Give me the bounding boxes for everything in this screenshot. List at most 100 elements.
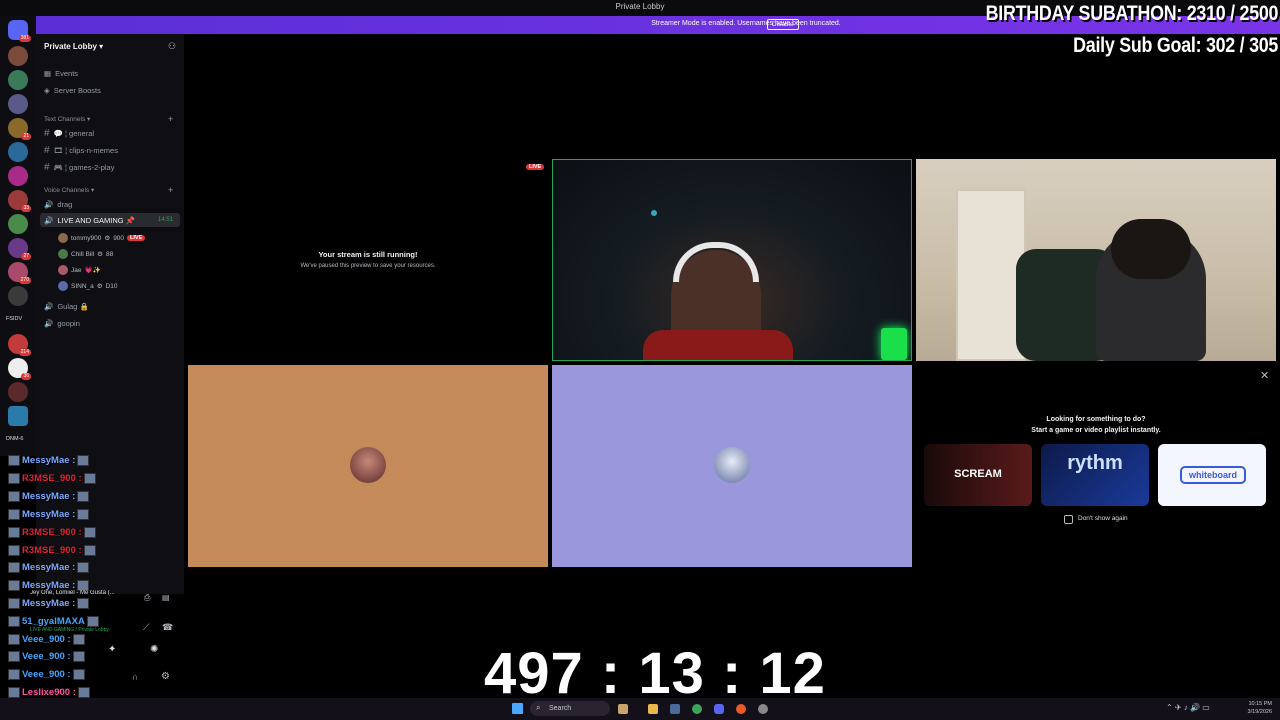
voice-user[interactable]: SINN_a ⚙ D10 — [58, 281, 118, 291]
stream-icon[interactable]: ⎙ — [144, 593, 150, 603]
voice-channel-live-and-gaming[interactable]: 🔊 LIVE AND GAMING 📌 — [44, 216, 135, 225]
tray-icons[interactable]: ⌃ ✈ ♪ 🔊 ▭ — [1166, 703, 1210, 712]
voice-user[interactable]: Chill Bill ⚙ 88 — [58, 249, 113, 259]
text-category[interactable]: Text Channels ▾ — [44, 115, 90, 123]
server-name[interactable]: Private Lobby ▾ — [44, 42, 103, 51]
green-cup-icon — [881, 328, 907, 360]
shirt-shape — [643, 330, 793, 360]
voice-user[interactable]: Jae 💗✨ — [58, 265, 101, 275]
app-icon[interactable] — [758, 704, 768, 714]
activity-title: Looking for something to do? — [1046, 416, 1146, 423]
server-label: DNM-6 — [6, 436, 24, 442]
chat-line: Leslixe900 : — [8, 687, 90, 698]
server-icon[interactable]: 214 — [8, 334, 31, 356]
avatar — [714, 447, 750, 483]
chat-line: Veee_900 : — [8, 651, 85, 662]
add-channel-icon[interactable]: + — [168, 185, 173, 195]
chat-line: R3MSE_900 : — [8, 473, 96, 484]
subathon-counter: BIRTHDAY SUBATHON: 2310 / 2500 — [985, 2, 1278, 25]
server-icon[interactable] — [8, 70, 28, 90]
chrome-icon[interactable] — [692, 704, 702, 714]
activity-card-rythm[interactable]: rythm — [1041, 444, 1149, 506]
server-icon[interactable] — [8, 94, 28, 114]
server-rail: 381 21 33 27 270 FSIDV 214 36 DNM-6 — [0, 16, 36, 456]
server-icon[interactable]: 33 — [8, 190, 31, 212]
channel-games-2-play[interactable]: # 🎮 ¦ games-2-play — [44, 162, 114, 173]
server-icon[interactable] — [8, 46, 28, 66]
server-icon[interactable] — [8, 166, 28, 186]
dont-show-label: Don't show again — [1078, 515, 1128, 522]
taskbar-search[interactable]: ⌕ Search — [530, 701, 610, 716]
hair-shape — [1111, 219, 1191, 279]
add-channel-icon[interactable]: + — [168, 114, 173, 124]
app-icon[interactable] — [670, 704, 680, 714]
server-icon[interactable]: 36 — [8, 358, 31, 380]
server-icon[interactable] — [8, 406, 28, 426]
channel-timer: 14:51 — [158, 217, 174, 223]
activity-icon[interactable]: ✦ — [108, 644, 116, 655]
voice-user[interactable]: tommy900 ⚙ 900 LIVE — [58, 233, 146, 243]
chat-line: MessyMae : — [8, 455, 90, 466]
voice-category[interactable]: Voice Channels ▾ — [44, 186, 94, 194]
chat-line: MessyMae : — [8, 491, 90, 502]
voice-channel-gulag[interactable]: 🔊 Gulag 🔒 — [44, 302, 89, 311]
chat-line: MessyMae : — [8, 598, 90, 609]
server-icon[interactable] — [8, 286, 28, 306]
daily-sub-goal: Daily Sub Goal: 302 / 305 — [1073, 34, 1278, 57]
chat-line: R3MSE_900 : — [8, 527, 96, 538]
channel-clips-n-memes[interactable]: # 🎞 ¦ clips-n-memes — [44, 145, 118, 156]
server-label: FSIDV — [6, 316, 23, 322]
live-badge: LIVE — [526, 164, 545, 170]
chat-line: R3MSE_900 : — [8, 545, 96, 556]
paused-title: Your stream is still running! — [318, 250, 418, 259]
voice-channel-drag[interactable]: 🔊 drag — [44, 200, 72, 209]
participant-tile[interactable] — [188, 365, 548, 567]
voice-connected-channel: LIVE AND GAMING / Private Lobby — [30, 627, 109, 633]
chat-line: 51_gyalMAXA — [8, 616, 99, 627]
now-playing: Jey One, Lomiiel - Me Gusta (... — [30, 590, 115, 596]
discord-icon[interactable] — [714, 704, 724, 714]
invite-icon[interactable]: ⚇ — [168, 41, 176, 52]
headphones-icon[interactable]: ∩ — [132, 672, 138, 682]
server-icon[interactable]: 21 — [8, 118, 31, 140]
dont-show-checkbox[interactable] — [1064, 515, 1073, 524]
disable-button[interactable]: Disable — [767, 19, 799, 30]
sidebar-item-events[interactable]: ▦ Events — [44, 69, 78, 78]
paused-subtitle: We've paused this preview to save your r… — [300, 263, 436, 269]
server-icon[interactable]: 27 — [8, 238, 31, 260]
participant-tile[interactable] — [552, 365, 912, 567]
disconnect-icon[interactable]: ☎ — [162, 622, 173, 633]
windows-start-icon[interactable] — [512, 703, 523, 714]
activity-card-scream[interactable]: SCREAM — [924, 444, 1032, 506]
light-dot — [651, 210, 657, 216]
server-icon[interactable] — [8, 142, 28, 162]
close-icon[interactable]: ✕ — [1260, 369, 1269, 382]
clock-date[interactable]: 3/19/2026 — [1236, 709, 1272, 715]
taskbar — [0, 698, 1280, 720]
activity-card-whiteboard[interactable]: whiteboard — [1158, 444, 1266, 506]
soundboard-icon[interactable]: ✺ — [150, 644, 158, 655]
app-icon[interactable] — [736, 704, 746, 714]
subathon-timer: 497 : 13 : 12 — [484, 641, 826, 706]
folder-icon[interactable] — [648, 704, 658, 714]
noise-suppression-icon[interactable]: ⟋ — [143, 622, 149, 633]
discord-home-icon[interactable]: 381 — [8, 20, 31, 42]
activity-subtitle: Start a game or video playlist instantly… — [1031, 427, 1161, 434]
app-icon[interactable] — [618, 704, 628, 714]
server-icon[interactable] — [8, 214, 28, 234]
camera-tile-speaking[interactable] — [552, 159, 912, 361]
sidebar-item-server-boosts[interactable]: ◈ Server Boosts — [44, 86, 101, 95]
settings-icon[interactable]: ▤ — [162, 593, 170, 602]
chat-line: MessyMae : — [8, 562, 90, 573]
paused-stream-tile[interactable]: Your stream is still running! We've paus… — [188, 160, 548, 360]
chat-line: MessyMae : — [8, 509, 90, 520]
clock-time[interactable]: 10:15 PM — [1236, 701, 1272, 707]
voice-channel-goopin[interactable]: 🔊 goopin — [44, 319, 80, 328]
camera-tile[interactable] — [916, 159, 1276, 361]
avatar — [350, 447, 386, 483]
server-icon[interactable] — [8, 382, 28, 402]
server-icon[interactable]: 270 — [8, 262, 31, 284]
gear-icon[interactable]: ⚙ — [161, 671, 170, 682]
headset-icon — [673, 242, 759, 282]
channel-general[interactable]: # 💬 ¦ general — [44, 128, 94, 139]
